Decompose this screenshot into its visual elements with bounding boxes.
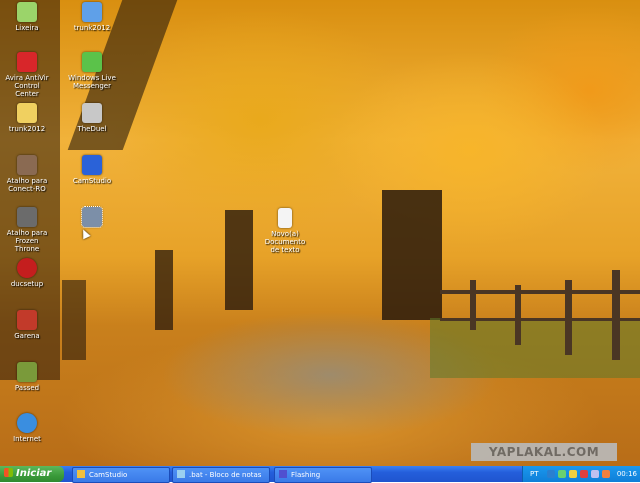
folder-icon (77, 470, 85, 478)
desktop-icon-theduel[interactable]: TheDuel (60, 103, 124, 133)
program-icon (81, 206, 103, 228)
taskbar-item-notepad[interactable]: .bat - Bloco de notas (172, 467, 270, 483)
desktop-icon-label: Avira AntiVir Control Center (5, 74, 49, 98)
app-window-icon (279, 470, 287, 478)
fence-post (565, 280, 572, 355)
desktop-icon-trunk2012[interactable]: trunk2012 (60, 2, 124, 32)
messenger-buddies-icon (82, 52, 102, 72)
desktop-icon-trunk2012-folder[interactable]: trunk2012 (0, 103, 59, 133)
taskbar-item-camstudio[interactable]: CamStudio (72, 467, 170, 483)
antivirus-tray-icon[interactable] (580, 470, 588, 478)
notepad-icon (177, 470, 185, 478)
desktop-icon-camstudio[interactable]: CamStudio (60, 155, 124, 185)
messenger-tray-icon[interactable] (558, 470, 566, 478)
warcraft-shortcut-icon (17, 207, 37, 227)
desktop-icon-novo-documento[interactable]: Novo(a) Documento de texto (253, 208, 317, 254)
globe-icon (17, 413, 37, 433)
windows-logo-icon (4, 468, 13, 477)
desktop-icon-label: Passed (14, 384, 40, 392)
desktop-icon-garena[interactable]: Garena (0, 310, 59, 340)
desktop-icon-label: CamStudio (72, 177, 112, 185)
desktop-icon-label: TheDuel (77, 125, 107, 133)
fence-post (612, 270, 620, 360)
language-indicator[interactable]: PT (530, 466, 539, 482)
taskbar-item-label: .bat - Bloco de notas (189, 471, 262, 479)
taskbar: Iniciar CamStudio .bat - Bloco de notas … (0, 466, 640, 483)
desktop-icon-label: Lixeira (15, 24, 39, 32)
folder-icon (17, 103, 37, 123)
tree-trunk (155, 250, 173, 330)
volume-icon[interactable] (602, 470, 610, 478)
recycle-bin-icon (17, 2, 37, 22)
desktop-icon-conect-ro[interactable]: Atalho para Conect-RO (0, 155, 59, 193)
fence-post (515, 285, 521, 345)
desktop-icon-ducsetup[interactable]: ducsetup (0, 258, 59, 288)
taskbar-item-label: Flashing (291, 471, 321, 479)
watermark: YAPLAKAL.COM (471, 443, 617, 461)
desktop-icon-lixeira[interactable]: Lixeira (0, 2, 59, 32)
desktop-icon-label: trunk2012 (73, 24, 111, 32)
desktop-icon-internet[interactable]: Internet (0, 413, 59, 443)
game-shortcut-icon (82, 103, 102, 123)
desktop-icon-label: trunk2012 (8, 125, 46, 133)
desktop-icon-label: Novo(a) Documento de texto (264, 230, 306, 254)
avira-umbrella-icon (17, 52, 37, 72)
desktop: Lixeira trunk2012 Avira AntiVir Control … (0, 0, 640, 466)
tree-trunk (62, 280, 86, 360)
tree-trunk (382, 190, 442, 320)
text-document-icon (278, 208, 292, 228)
desktop-icon-label: Internet (13, 435, 41, 443)
tray-app-icon[interactable] (569, 470, 577, 478)
archive-icon (17, 362, 37, 382)
garena-icon (17, 310, 37, 330)
clock[interactable]: 00:16 (617, 466, 637, 482)
tree-trunk (225, 210, 253, 310)
shortcut-icon (17, 155, 37, 175)
desktop-icon-avira[interactable]: Avira AntiVir Control Center (0, 52, 59, 98)
desktop-icon-label: Atalho para Conect-RO (6, 177, 48, 193)
camstudio-icon (82, 155, 102, 175)
system-tray: PT 00:16 (522, 466, 640, 482)
ducsetup-icon (17, 258, 37, 278)
desktop-icon-passed[interactable]: Passed (0, 362, 59, 392)
tray-app-icon[interactable] (591, 470, 599, 478)
start-button[interactable]: Iniciar (0, 466, 64, 482)
desktop-icon-windows-live-messenger[interactable]: Windows Live Messenger (60, 52, 124, 90)
fence-post (470, 280, 476, 330)
network-icon[interactable] (547, 470, 555, 478)
desktop-icon-label: ducsetup (10, 280, 44, 288)
desktop-icon-label: Atalho para Frozen Throne (6, 229, 48, 253)
mouse-cursor-icon (79, 227, 91, 240)
grass (430, 318, 640, 378)
start-label: Iniciar (16, 468, 52, 479)
desktop-icon-selected[interactable] (60, 206, 124, 229)
winrar-archive-icon (82, 2, 102, 22)
taskbar-item-flashing[interactable]: Flashing (274, 467, 372, 483)
desktop-icon-label: Garena (14, 332, 40, 340)
taskbar-item-label: CamStudio (89, 471, 128, 479)
desktop-icon-label: Windows Live Messenger (68, 74, 116, 90)
desktop-icon-frozen-throne[interactable]: Atalho para Frozen Throne (0, 207, 59, 253)
